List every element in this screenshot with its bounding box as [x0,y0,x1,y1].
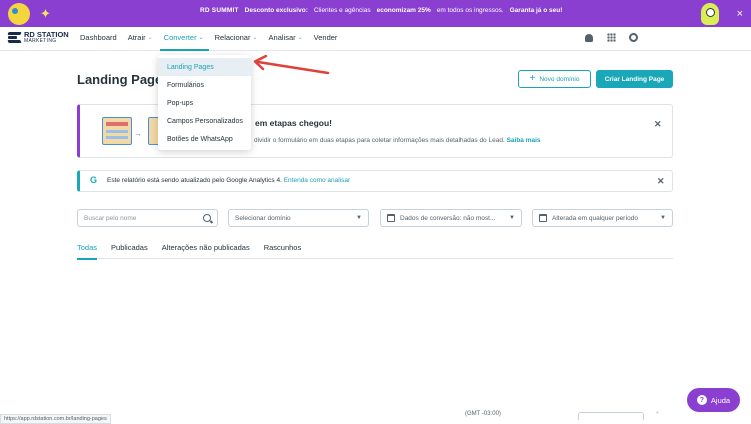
period-select[interactable]: Alterada em qualquer período ▼ [532,209,673,227]
create-landing-page-button[interactable]: Criar Landing Page [596,70,673,88]
close-icon[interactable]: ✕ [657,176,665,187]
help-button[interactable]: ? Ajuda [687,388,740,412]
chevron-down-icon: ⌄ [198,35,204,41]
dropdown-item-landing-pages[interactable]: Landing Pages [158,58,251,76]
promo-highlight: economizam 25% [376,7,431,14]
new-domain-label: Novo domínio [539,75,580,83]
apps-button[interactable] [607,33,617,43]
domain-select[interactable]: Selecionar domínio ▼ [228,209,369,227]
learn-analytics-link[interactable]: Entenda como analisar [284,177,351,184]
timezone-select[interactable] [578,412,644,420]
sparkle-icon: ✦ [40,6,51,21]
top-nav: RD STATION MARKETING Dashboard Atrair ⌄ C… [0,27,751,51]
dropdown-item-formularios[interactable]: Formulários [158,76,251,94]
promo-cta[interactable]: Garanta já o seu! [510,7,563,14]
notifications-button[interactable] [585,33,595,43]
status-tabs: Todas Publicadas Alterações não publicad… [77,243,673,260]
calendar-icon [387,214,395,222]
promo-text-2: em todos os ingressos. [436,7,504,14]
nav-item-dashboard[interactable]: Dashboard [80,33,117,42]
rd-station-logo-icon [7,31,22,44]
caret-down-icon: ▼ [356,215,362,221]
brand-line-2: MARKETING [24,37,57,44]
analytics-notice-text: Este relatório está sendo atualizado pel… [107,177,351,184]
caret-down-icon: ▼ [509,215,515,221]
confetti-icon [8,3,30,25]
dropdown-item-campos-personalizados[interactable]: Campos Personalizados [158,112,251,130]
nav-item-atrair[interactable]: Atrair ⌄ [128,33,153,42]
converter-dropdown: Landing Pages Formulários Pop-ups Campos… [158,55,251,150]
search-icon[interactable] [203,214,211,222]
promo-banner: ✦ RD SUMMIT Desconto exclusivo: Clientes… [0,0,751,27]
tab-alteracoes-nao-publicadas[interactable]: Alterações não publicadas [162,243,250,259]
plus-icon: + [529,73,536,84]
search-input[interactable]: Buscar pelo nome [77,209,218,227]
announcement-title: em etapas chegou! [255,118,332,128]
new-domain-button[interactable]: + Novo domínio [518,70,591,88]
tab-publicadas[interactable]: Publicadas [111,243,148,259]
google-icon: G [90,175,98,185]
timezone-label: (GMT -03:00) [465,411,501,417]
close-icon[interactable]: ✕ [654,119,662,130]
nav-item-vender[interactable]: Vender [314,33,338,42]
main-menu: Dashboard Atrair ⌄ Converter ⌄ Relacionar ⌄… [80,33,337,42]
chevron-down-icon: ⌄ [252,35,258,41]
tab-todas[interactable]: Todas [77,243,98,260]
question-icon: ? [696,395,707,405]
promo-close-icon[interactable]: × [737,8,743,20]
nav-item-analisar[interactable]: Analisar ⌄ [269,33,303,42]
analytics-notice: G Este relatório está sendo atualizado p… [77,170,673,192]
nav-item-converter[interactable]: Converter ⌄ [164,33,204,42]
settings-button[interactable] [629,33,639,43]
tab-rascunhos[interactable]: Rascunhos [264,243,302,259]
dropdown-item-botoes-whatsapp[interactable]: Botões de WhatsApp [158,130,251,148]
apps-grid-icon [607,33,616,42]
promo-lead: Desconto exclusivo: [244,7,308,14]
bell-icon [585,34,593,42]
nav-active-indicator [160,49,209,51]
rd-summit-logo: RD SUMMIT [200,7,239,14]
chevron-down-icon: ⌄ [297,35,303,41]
promo-message[interactable]: RD SUMMIT Desconto exclusivo: Clientes e… [200,7,562,14]
announcement-description: dividir o formulário em duas etapas para… [254,137,541,144]
promo-text: Clientes e agências [313,7,371,14]
more-dots-icon: • [656,408,659,417]
page-title: Landing Pages [77,72,170,87]
help-label: Ajuda [710,395,731,405]
learn-more-link[interactable]: Saiba mais [507,137,541,144]
gear-icon [629,33,638,42]
caret-down-icon: ▼ [660,215,666,221]
mascot-icon [700,3,719,25]
annotation-arrow-icon [253,55,330,75]
brand-logo[interactable]: RD STATION MARKETING [7,31,69,44]
dropdown-item-pop-ups[interactable]: Pop-ups [158,94,251,112]
conversion-data-select[interactable]: Dados de conversão: não most... ▼ [380,209,522,227]
chevron-down-icon: ⌄ [147,35,153,41]
nav-item-relacionar[interactable]: Relacionar ⌄ [215,33,258,42]
browser-status-url: https://app.rdstation.com.br/landing-pag… [0,414,111,424]
calendar-icon [539,214,547,222]
